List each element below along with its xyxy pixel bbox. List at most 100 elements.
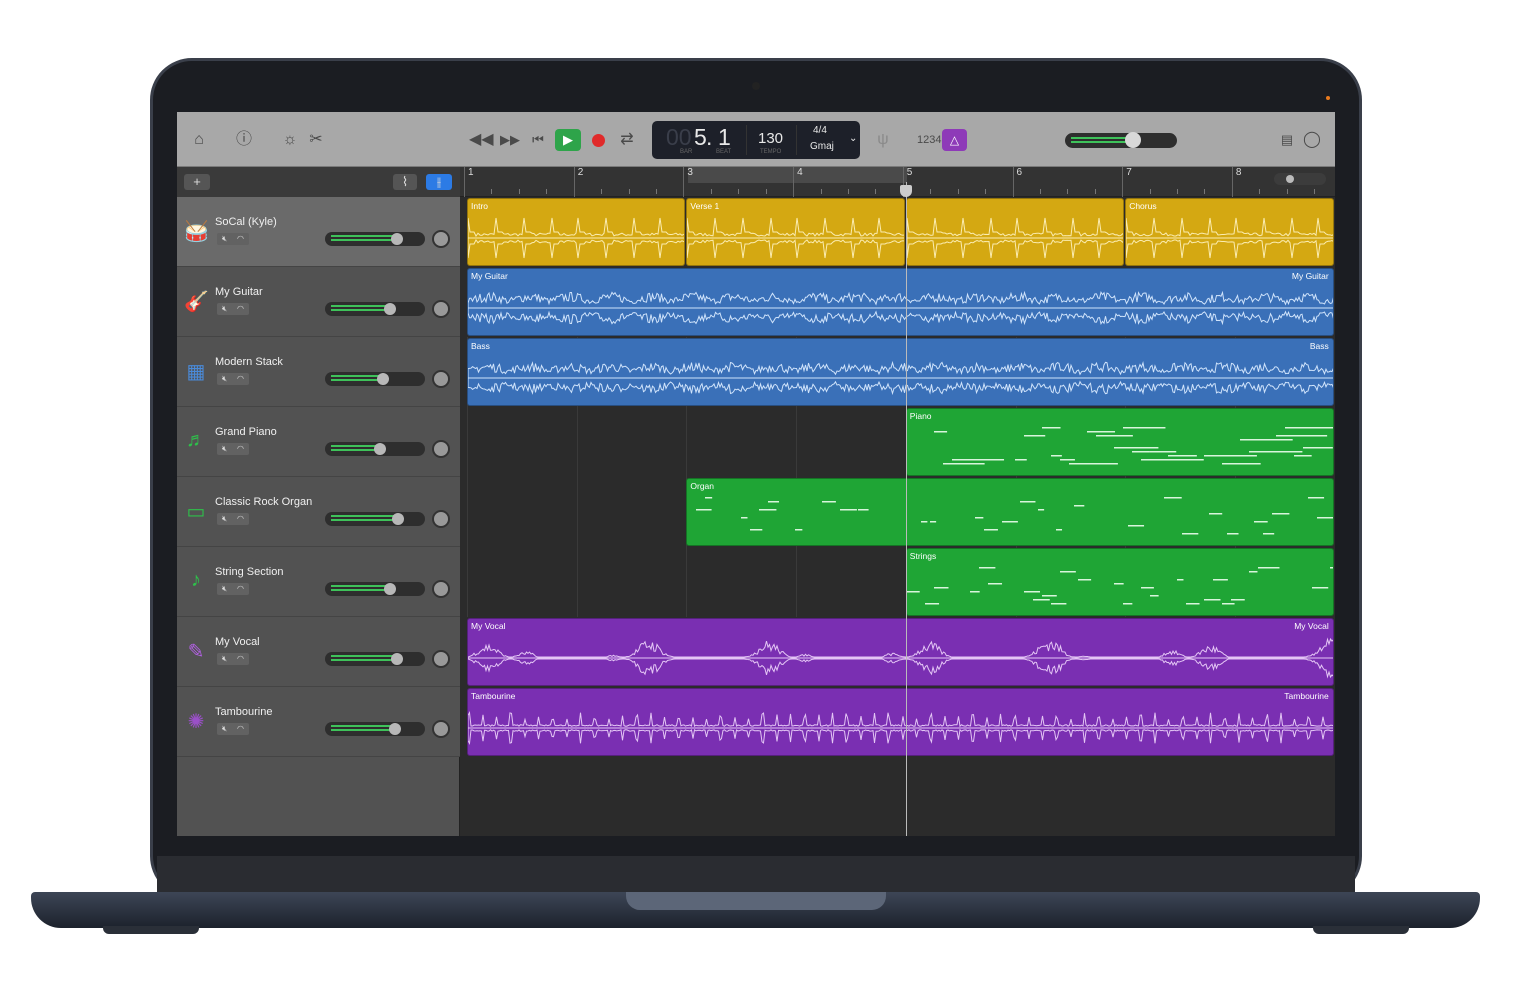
mute-icon[interactable]: 🔇︎ bbox=[222, 723, 227, 735]
track-header[interactable]: ♪ String Section 🔇︎ ◠ bbox=[177, 547, 460, 617]
region[interactable]: Bass Bass bbox=[467, 338, 1334, 406]
track-volume-slider[interactable] bbox=[325, 512, 425, 526]
pan-knob[interactable] bbox=[432, 580, 450, 598]
track-volume-slider[interactable] bbox=[325, 722, 425, 736]
headphones-icon[interactable]: ◠ bbox=[237, 583, 244, 595]
add-track-button[interactable]: + bbox=[184, 174, 210, 190]
region-content bbox=[906, 567, 1333, 605]
mute-icon[interactable]: 🔇︎ bbox=[222, 233, 227, 245]
mute-icon[interactable]: 🔇︎ bbox=[222, 443, 227, 455]
region-label: My Guitar bbox=[471, 271, 508, 281]
track-header[interactable]: ♬ Grand Piano 🔇︎ ◠ bbox=[177, 407, 460, 477]
automation-button[interactable]: ⌇ bbox=[393, 174, 417, 190]
key-signature: Gmaj bbox=[810, 141, 834, 152]
region-content bbox=[468, 711, 1333, 745]
laptop-notch bbox=[626, 892, 886, 910]
region[interactable] bbox=[905, 198, 1125, 266]
mute-icon[interactable]: 🔇︎ bbox=[222, 373, 227, 385]
headphones-icon[interactable]: ◠ bbox=[237, 443, 244, 455]
track-volume-slider[interactable] bbox=[325, 372, 425, 386]
track-header[interactable]: ▭ Classic Rock Organ 🔇︎ ◠ bbox=[177, 477, 460, 547]
track-volume-slider[interactable] bbox=[325, 652, 425, 666]
region-label: Verse 1 bbox=[690, 201, 720, 211]
region[interactable]: My Vocal My Vocal bbox=[467, 618, 1334, 686]
loop-browser-icon[interactable]: ◯ bbox=[1301, 130, 1323, 150]
playhead[interactable] bbox=[905, 182, 907, 836]
count-in-button[interactable]: 1234 bbox=[917, 134, 941, 146]
track-volume-slider[interactable] bbox=[325, 442, 425, 456]
chevron-down-icon[interactable]: ⌄ bbox=[849, 133, 857, 144]
pan-knob[interactable] bbox=[432, 510, 450, 528]
region[interactable]: Chorus bbox=[1125, 198, 1334, 266]
pan-knob[interactable] bbox=[432, 720, 450, 738]
track-name: Grand Piano bbox=[215, 426, 277, 438]
pan-knob[interactable] bbox=[432, 650, 450, 668]
headphones-icon[interactable]: ◠ bbox=[237, 513, 244, 525]
time-signature: 4/4 bbox=[813, 125, 827, 136]
pan-knob[interactable] bbox=[432, 370, 450, 388]
headphones-icon[interactable]: ◠ bbox=[237, 653, 244, 665]
catch-playhead-button[interactable]: ⫲ bbox=[426, 174, 452, 190]
region-content bbox=[468, 360, 1333, 396]
pan-knob[interactable] bbox=[432, 230, 450, 248]
track-name: String Section bbox=[215, 566, 284, 578]
region-label: My Vocal bbox=[471, 621, 506, 631]
tracks-area[interactable]: Intro Verse 1 Chorus My Guitar My Guitar Bass… bbox=[460, 197, 1335, 836]
mute-icon[interactable]: 🔇︎ bbox=[222, 513, 227, 525]
region[interactable]: Organ bbox=[686, 478, 1334, 546]
mute-icon[interactable]: 🔇︎ bbox=[222, 583, 227, 595]
lcd-display[interactable]: 00 5 . 1 BAR BEAT 130 TEMPO 4/4 Gmaj ⌄ bbox=[652, 121, 860, 159]
list-editor-icon[interactable]: ▤ bbox=[1276, 130, 1298, 150]
playhead-handle[interactable] bbox=[899, 185, 912, 197]
cycle-icon[interactable]: ⇄ bbox=[616, 130, 638, 150]
library-icon[interactable]: ⌂ bbox=[188, 130, 210, 150]
region[interactable]: My Guitar My Guitar bbox=[467, 268, 1334, 336]
mute-solo-buttons: 🔇︎ ◠ bbox=[217, 443, 249, 455]
headphones-icon[interactable]: ◠ bbox=[237, 303, 244, 315]
track-header[interactable]: 🥁 SoCal (Kyle) 🔇︎ ◠ bbox=[177, 197, 460, 267]
region[interactable]: Tambourine Tambourine bbox=[467, 688, 1334, 756]
headphones-icon[interactable]: ◠ bbox=[237, 373, 244, 385]
beat-label: BEAT bbox=[716, 149, 732, 155]
track-header[interactable]: 🎸 My Guitar 🔇︎ ◠ bbox=[177, 267, 460, 337]
region-label-right: Tambourine bbox=[1284, 691, 1329, 701]
mute-solo-buttons: 🔇︎ ◠ bbox=[217, 513, 249, 525]
play-button[interactable]: ▶ bbox=[555, 129, 581, 151]
region[interactable]: Piano bbox=[905, 408, 1334, 476]
metronome-button[interactable]: △ bbox=[942, 129, 967, 151]
region[interactable]: Intro bbox=[467, 198, 686, 266]
tuner-icon[interactable]: ψ bbox=[872, 130, 894, 150]
mute-icon[interactable]: 🔇︎ bbox=[222, 303, 227, 315]
master-volume-slider[interactable] bbox=[1065, 132, 1177, 148]
region[interactable]: Strings bbox=[905, 548, 1334, 616]
region-content bbox=[468, 637, 1333, 679]
ruler-bar-3: 3 bbox=[683, 167, 693, 197]
track-header[interactable]: ✺ Tambourine 🔇︎ ◠ bbox=[177, 687, 460, 757]
region[interactable]: Verse 1 bbox=[686, 198, 905, 266]
help-icon[interactable]: ⓘ bbox=[233, 130, 255, 150]
fast-forward-icon[interactable]: ▶▶ bbox=[499, 130, 521, 150]
bar-label: BAR bbox=[680, 149, 693, 155]
mute-solo-buttons: 🔇︎ ◠ bbox=[217, 373, 249, 385]
go-to-beginning-icon[interactable]: ⏮ bbox=[527, 130, 549, 150]
pan-knob[interactable] bbox=[432, 440, 450, 458]
track-header[interactable]: ✎ My Vocal 🔇︎ ◠ bbox=[177, 617, 460, 687]
mute-icon[interactable]: 🔇︎ bbox=[222, 653, 227, 665]
track-volume-slider[interactable] bbox=[325, 582, 425, 596]
rewind-icon[interactable]: ◀◀ bbox=[469, 130, 494, 150]
zoom-slider[interactable] bbox=[1274, 173, 1326, 185]
headphones-icon[interactable]: ◠ bbox=[237, 723, 244, 735]
headphones-icon[interactable]: ◠ bbox=[237, 233, 244, 245]
smart-controls-icon[interactable]: ☼ bbox=[279, 130, 301, 150]
track-volume-slider[interactable] bbox=[325, 232, 425, 246]
pan-knob[interactable] bbox=[432, 300, 450, 318]
editors-icon[interactable]: ✂ bbox=[305, 130, 327, 150]
track-name: SoCal (Kyle) bbox=[215, 216, 277, 228]
record-button[interactable] bbox=[592, 134, 605, 147]
toolbar: ⌂ ⓘ ☼ ✂ ◀◀ ▶▶ ⏮ ▶ ⇄ 00 5 . 1 BAR BEAT 13… bbox=[177, 112, 1335, 167]
region-label: Organ bbox=[690, 481, 715, 491]
tambourine-icon: ✺ bbox=[187, 711, 205, 733]
track-volume-slider[interactable] bbox=[325, 302, 425, 316]
track-header[interactable]: ▦ Modern Stack 🔇︎ ◠ bbox=[177, 337, 460, 407]
timeline-ruler[interactable]: 12345678 bbox=[460, 167, 1335, 197]
